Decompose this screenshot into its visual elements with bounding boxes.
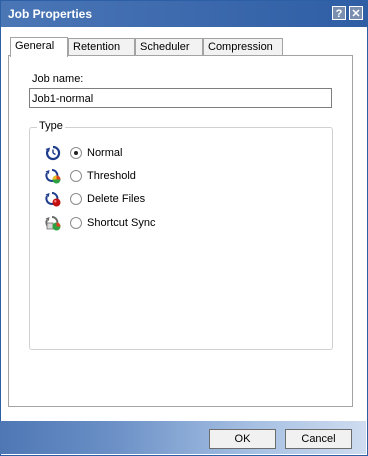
title-bar[interactable]: Job Properties ? ✕	[1, 1, 367, 27]
job-name-input[interactable]	[29, 88, 332, 108]
help-icon: ?	[335, 8, 343, 20]
radio-delete-files[interactable]	[70, 193, 82, 205]
job-normal-icon	[45, 145, 61, 161]
radio-shortcut-sync[interactable]	[70, 217, 82, 229]
type-groupbox	[29, 127, 333, 350]
option-label-delete-files: Delete Files	[87, 193, 146, 205]
close-button[interactable]: ✕	[349, 6, 363, 20]
option-label-normal: Normal	[87, 147, 123, 159]
radio-threshold[interactable]	[70, 170, 82, 182]
close-icon: ✕	[351, 8, 361, 20]
tab-general[interactable]: General	[10, 37, 68, 57]
tab-scheduler[interactable]: Scheduler	[135, 38, 203, 55]
option-label-threshold: Threshold	[87, 170, 136, 182]
option-label-shortcut-sync: Shortcut Sync	[87, 217, 156, 229]
job-delete-icon	[45, 192, 61, 207]
window-title: Job Properties	[8, 7, 93, 21]
tab-retention[interactable]: Retention	[68, 38, 135, 55]
job-name-label: Job name:	[32, 73, 84, 85]
radio-normal[interactable]	[70, 147, 82, 159]
cancel-button[interactable]: Cancel	[285, 429, 352, 449]
ok-button[interactable]: OK	[209, 429, 276, 449]
tab-compression[interactable]: Compression	[203, 38, 283, 55]
job-shortcut-sync-icon	[45, 216, 61, 231]
help-button[interactable]: ?	[332, 6, 346, 20]
job-threshold-icon	[45, 169, 61, 184]
type-group-label: Type	[37, 120, 65, 132]
